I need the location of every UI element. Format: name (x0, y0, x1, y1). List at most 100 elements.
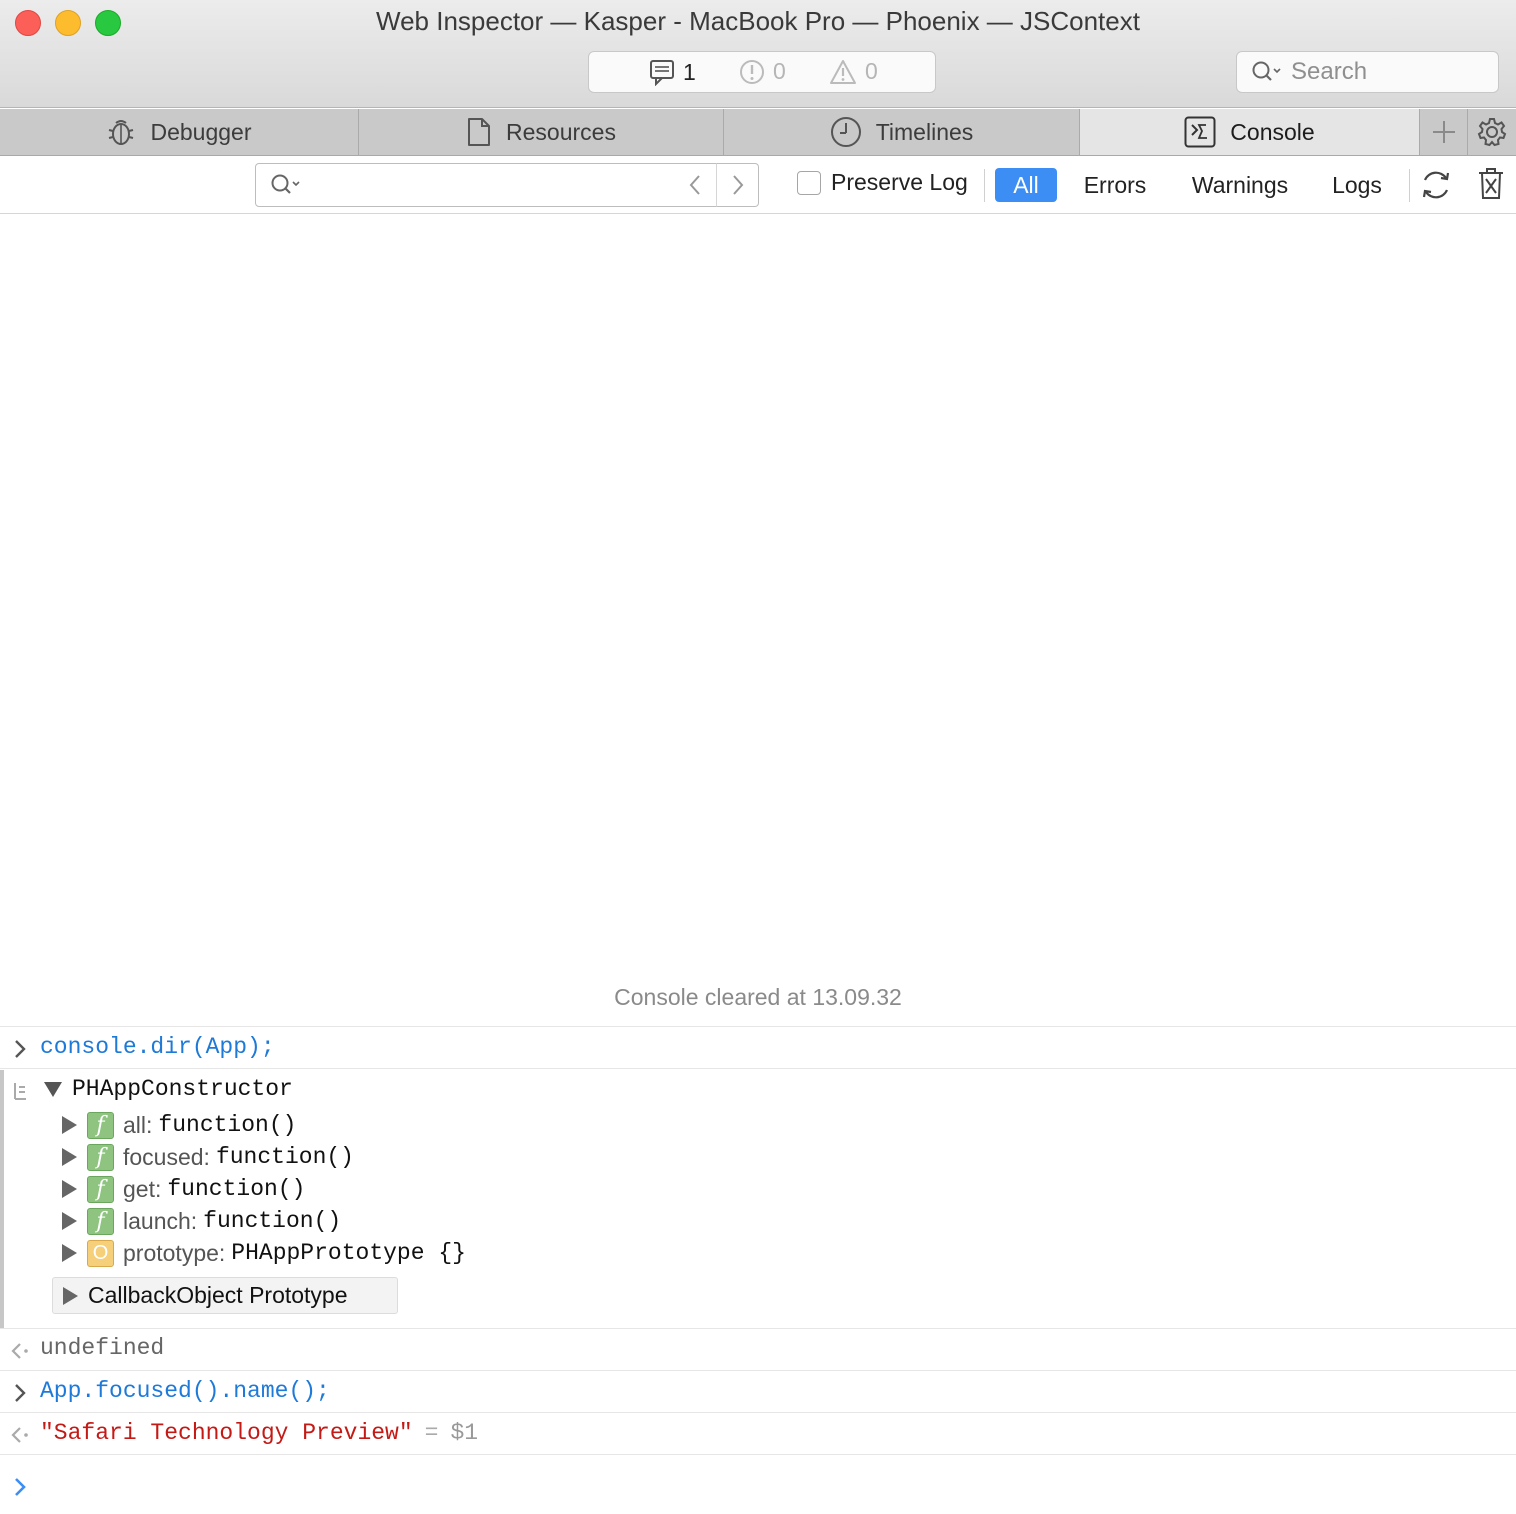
preserve-log-checkbox[interactable] (797, 170, 821, 195)
divider (1409, 169, 1410, 202)
property-name: launch: (123, 1207, 198, 1234)
chevron-right-icon (732, 175, 743, 195)
input-prompt-icon (15, 1040, 26, 1058)
property-value: function() (167, 1176, 306, 1202)
trash-icon (1479, 168, 1503, 199)
console-result: undefined (40, 1335, 165, 1361)
object-property[interactable]: f launch: function() (62, 1206, 341, 1236)
disclosure-expanded-icon[interactable] (44, 1081, 62, 1097)
gear-icon (1477, 118, 1507, 147)
disclosure-collapsed-icon[interactable] (63, 1286, 78, 1305)
function-icon: f (87, 1111, 114, 1139)
filter-logs-button[interactable]: Logs (1322, 168, 1392, 202)
filter-errors-button[interactable]: Errors (1072, 168, 1158, 202)
prototype-section[interactable]: CallbackObject Prototype (52, 1277, 398, 1314)
search-field[interactable] (1236, 51, 1499, 93)
object-property[interactable]: f get: function() (62, 1174, 305, 1204)
warning-icon (830, 59, 856, 84)
search-input[interactable] (1291, 58, 1491, 86)
log-count[interactable]: 1 (649, 58, 696, 86)
plus-icon (1432, 121, 1455, 143)
reload-icon (1422, 171, 1450, 199)
property-value: function() (203, 1208, 342, 1234)
clock-icon (830, 117, 861, 147)
title-bar: Web Inspector — Kasper - MacBook Pro — P… (0, 0, 1516, 108)
next-match-button[interactable] (716, 163, 759, 207)
tab-debugger-label: Debugger (150, 118, 252, 145)
disclosure-collapsed-icon[interactable] (62, 1180, 77, 1198)
function-icon: f (87, 1207, 114, 1235)
function-icon: f (87, 1143, 114, 1171)
divider (0, 1026, 1516, 1027)
input-prompt-icon (15, 1384, 26, 1402)
filter-all-button[interactable]: All (995, 168, 1057, 202)
tab-resources[interactable]: Resources (359, 109, 724, 155)
previous-match-button[interactable] (674, 163, 717, 207)
output-arrow-icon (11, 1427, 28, 1443)
error-count[interactable]: 0 (739, 58, 786, 85)
preserve-log-toggle[interactable]: Preserve Log (797, 169, 968, 196)
console-command: console.dir(App); (40, 1034, 275, 1060)
search-icon (1252, 61, 1281, 81)
object-icon: O (87, 1239, 114, 1267)
console-filter-field[interactable] (255, 163, 675, 207)
divider (0, 1412, 1516, 1413)
disclosure-collapsed-icon[interactable] (62, 1212, 77, 1230)
reload-button[interactable] (1419, 168, 1453, 207)
divider (0, 1370, 1516, 1371)
filter-warnings-button[interactable]: Warnings (1180, 168, 1300, 202)
tab-console[interactable]: Console (1080, 109, 1420, 155)
error-icon (740, 59, 764, 84)
equals-sign: = (424, 1420, 439, 1446)
property-value: PHAppPrototype {} (231, 1240, 466, 1266)
disclosure-collapsed-icon[interactable] (62, 1116, 77, 1134)
object-property[interactable]: f focused: function() (62, 1142, 354, 1172)
divider (984, 169, 985, 202)
console-icon (1184, 116, 1216, 148)
divider (0, 1328, 1516, 1329)
console-cleared-message: Console cleared at 13.09.32 (614, 984, 902, 1010)
bug-icon (109, 120, 134, 145)
console-filter-bar: Preserve Log All Errors Warnings Logs (0, 157, 1516, 214)
disclosure-collapsed-icon[interactable] (62, 1148, 77, 1166)
warning-count[interactable]: 0 (829, 58, 878, 85)
tab-debugger[interactable]: Debugger (0, 109, 359, 155)
disclosure-collapsed-icon[interactable] (62, 1244, 77, 1262)
window-title: Web Inspector — Kasper - MacBook Pro — P… (376, 6, 1140, 36)
property-name: all: (123, 1111, 153, 1138)
log-level-icon (14, 1083, 26, 1100)
console-prompt-input[interactable] (40, 1466, 1500, 1506)
tab-timelines-label: Timelines (875, 118, 974, 145)
message-counts[interactable]: 1 0 0 (588, 51, 936, 93)
tab-console-label: Console (1230, 118, 1315, 145)
function-icon: f (87, 1175, 114, 1203)
object-property[interactable]: f all: function() (62, 1110, 296, 1140)
tab-bar: Debugger Resources Timelines Console (0, 109, 1516, 156)
tab-timelines[interactable]: Timelines (724, 109, 1080, 155)
log-count-value: 1 (683, 58, 696, 85)
string-value: "Safari Technology Preview" (40, 1420, 413, 1446)
output-arrow-icon (11, 1343, 28, 1359)
console-result: "Safari Technology Preview" = $1 (40, 1420, 478, 1446)
error-count-value: 0 (773, 58, 786, 84)
object-tree-root[interactable]: PHAppConstructor (44, 1076, 293, 1102)
object-class-name: PHAppConstructor (72, 1076, 293, 1102)
new-tab-button[interactable] (1420, 109, 1468, 155)
divider (0, 1068, 1516, 1069)
settings-button[interactable] (1468, 109, 1516, 155)
property-name: get: (123, 1175, 162, 1202)
property-value: function() (158, 1112, 297, 1138)
tab-resources-label: Resources (506, 118, 616, 145)
console-command: App.focused().name(); (40, 1378, 330, 1404)
divider (0, 1454, 1516, 1455)
warning-count-value: 0 (865, 58, 878, 84)
console-prompt-icon (15, 1478, 26, 1496)
object-property[interactable]: O prototype: PHAppPrototype {} (62, 1238, 466, 1268)
console-output[interactable]: Console cleared at 13.09.32 console.dir(… (0, 214, 1516, 1514)
chevron-left-icon (689, 175, 700, 195)
preserve-log-label: Preserve Log (831, 169, 968, 195)
filter-search-icon (271, 174, 300, 194)
clear-console-button[interactable] (1477, 167, 1505, 206)
prototype-label: CallbackObject Prototype (88, 1282, 348, 1308)
property-name: prototype: (123, 1239, 226, 1266)
